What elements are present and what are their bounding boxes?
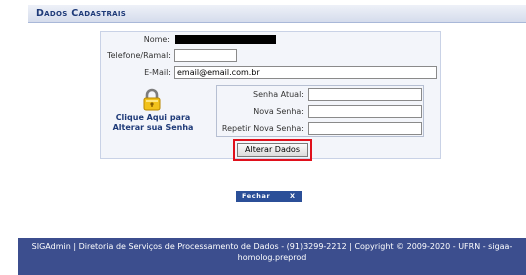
telefone-field[interactable] bbox=[174, 49, 237, 62]
email-label: E-Mail: bbox=[144, 68, 171, 77]
lock-icon[interactable] bbox=[139, 87, 165, 113]
nome-value-redacted bbox=[175, 35, 276, 44]
nome-label: Nome: bbox=[143, 35, 170, 44]
section-header: Dados Cadastrais bbox=[28, 5, 526, 23]
change-password-link[interactable]: Clique Aqui para Alterar sua Senha bbox=[105, 113, 201, 133]
nova-senha-label: Nova Senha: bbox=[253, 107, 304, 116]
telefone-label: Telefone/Ramal: bbox=[107, 51, 171, 60]
repetir-senha-field[interactable] bbox=[308, 122, 422, 135]
section-title: Dados Cadastrais bbox=[36, 8, 127, 19]
email-field[interactable] bbox=[174, 66, 437, 79]
repetir-senha-label: Repetir Nova Senha: bbox=[221, 124, 304, 133]
footer-text: SIGAdmin | Diretoria de Serviços de Proc… bbox=[31, 242, 513, 262]
fechar-button[interactable]: Fechar X bbox=[236, 191, 302, 202]
nova-senha-field[interactable] bbox=[308, 105, 422, 118]
fechar-label: Fechar bbox=[242, 192, 271, 200]
footer: SIGAdmin | Diretoria de Serviços de Proc… bbox=[18, 238, 526, 275]
senha-atual-label: Senha Atual: bbox=[253, 90, 304, 99]
alterar-dados-button[interactable]: Alterar Dados bbox=[237, 143, 308, 157]
senha-atual-field[interactable] bbox=[308, 88, 422, 101]
close-icon: X bbox=[289, 192, 295, 200]
